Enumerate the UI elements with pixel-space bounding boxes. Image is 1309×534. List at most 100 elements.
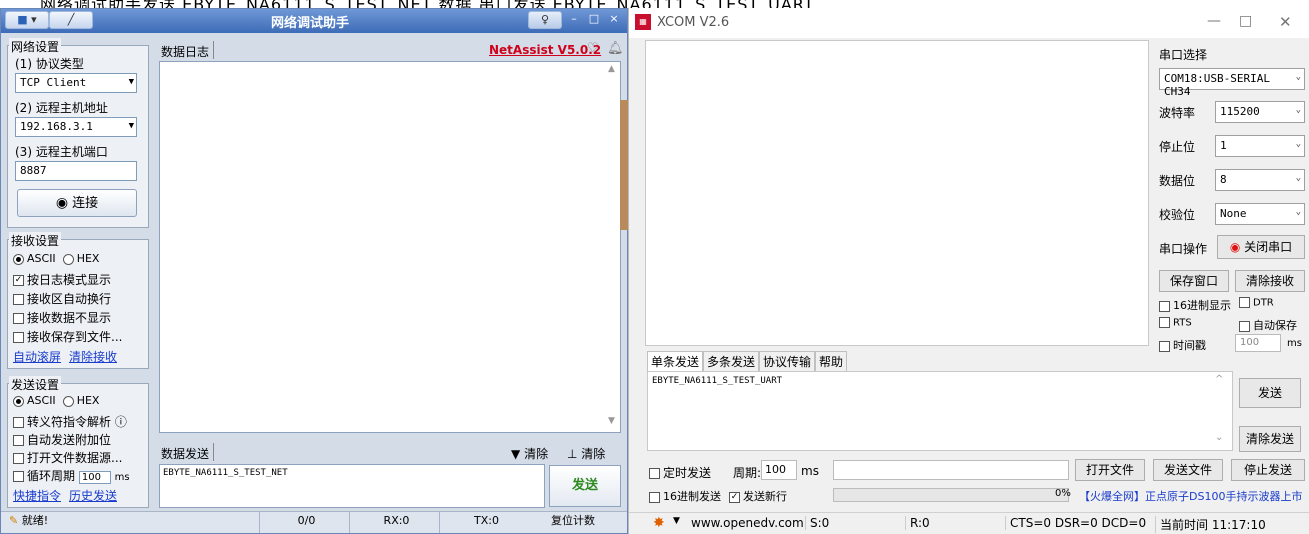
timestamp-label: 时间戳: [1173, 339, 1206, 352]
clear-recv-link[interactable]: 清除接收: [69, 348, 117, 365]
checkbox[interactable]: [13, 313, 24, 324]
tab-single-send[interactable]: 单条发送: [647, 351, 704, 371]
period-input[interactable]: 100: [761, 460, 797, 480]
file-path-input[interactable]: [833, 460, 1069, 480]
xcom-send-button[interactable]: 发送: [1239, 378, 1301, 408]
newline-option[interactable]: ✓ 发送新行: [729, 488, 787, 504]
close-port-button[interactable]: ◉ 关闭串口: [1217, 235, 1305, 259]
recv-opt-save[interactable]: 接收保存到文件...: [13, 328, 122, 345]
netassist-titlebar[interactable]: ■ ▾ ╱ 网络调试助手 ♀ – □ ×: [1, 9, 627, 33]
app-menu-button[interactable]: ■ ▾: [5, 11, 49, 29]
tab-help[interactable]: 帮助: [815, 351, 848, 371]
port-label: (3) 远程主机端口: [15, 145, 108, 159]
checkbox[interactable]: [13, 435, 24, 446]
timestamp-input[interactable]: 100: [1235, 334, 1281, 352]
rts-option[interactable]: RTS: [1159, 317, 1192, 329]
checkbox[interactable]: [13, 471, 24, 482]
checkbox[interactable]: [13, 294, 24, 305]
minimize-icon[interactable]: —: [1207, 13, 1221, 29]
receive-log-area[interactable]: ▲ ▼: [159, 61, 621, 433]
back-icon[interactable]: ╱: [49, 11, 93, 29]
quick-cmd-link[interactable]: 快捷指令: [13, 487, 61, 504]
checkbox[interactable]: [13, 417, 24, 428]
checkbox[interactable]: [1159, 300, 1170, 312]
recv-opt-hide[interactable]: 接收数据不显示: [13, 309, 111, 326]
send-hex-radio[interactable]: [62, 395, 74, 407]
send-opt-file[interactable]: 打开文件数据源...: [13, 449, 122, 466]
checkbox[interactable]: [1159, 317, 1170, 328]
checkbox[interactable]: [649, 468, 660, 479]
pin-icon[interactable]: ♀: [528, 11, 562, 29]
checkbox[interactable]: [13, 332, 24, 343]
checkbox[interactable]: [1239, 320, 1250, 332]
settings-gear-icon[interactable]: ✸: [653, 515, 665, 531]
send-opt-append[interactable]: 自动发送附加位: [13, 431, 111, 448]
port-select[interactable]: COM18:USB-SERIAL CH34 ⌄: [1159, 68, 1305, 98]
send-opt-loop[interactable]: 循环周期 100 ms: [13, 467, 130, 484]
send-text-area[interactable]: EBYTE_NA6111_S_TEST_NET: [159, 464, 545, 508]
recv-opt-wrap[interactable]: 接收区自动换行: [13, 290, 111, 307]
stop-send-button[interactable]: 停止发送: [1231, 459, 1305, 481]
send-button[interactable]: 发送: [549, 465, 621, 507]
scroll-up-icon[interactable]: ▲: [608, 64, 615, 74]
scroll-up-icon[interactable]: ^: [1215, 374, 1223, 385]
tab-multi-send[interactable]: 多条发送: [703, 351, 760, 371]
xcom-send-area[interactable]: EBYTE_NA6111_S_TEST_UART: [647, 371, 1233, 451]
recv-opt-log[interactable]: ✓ 按日志模式显示: [13, 271, 111, 288]
checkbox[interactable]: [1239, 297, 1250, 308]
port-input[interactable]: 8887: [15, 161, 137, 181]
hex-send-option[interactable]: 16进制发送: [649, 488, 721, 504]
timed-send-option[interactable]: 定时发送: [649, 464, 711, 481]
baud-select[interactable]: 115200 ⌄: [1215, 101, 1305, 123]
host-select[interactable]: 192.168.3.1 ▼: [15, 117, 137, 137]
data-bits-select[interactable]: 8 ⌄: [1215, 169, 1305, 191]
clear-send-button[interactable]: 清除发送: [1239, 426, 1301, 452]
checkbox[interactable]: [649, 491, 660, 503]
close-icon[interactable]: ×: [604, 11, 624, 29]
loop-period-input[interactable]: 100: [78, 471, 111, 484]
maximize-icon[interactable]: □: [584, 11, 604, 29]
checkbox[interactable]: [13, 453, 24, 464]
parity-select[interactable]: None ⌄: [1215, 203, 1305, 225]
website-link[interactable]: www.openedv.com: [691, 516, 804, 530]
send-file-button[interactable]: 发送文件: [1153, 459, 1223, 481]
chevron-down-icon[interactable]: ▼: [673, 516, 680, 526]
send-ascii-radio[interactable]: [13, 395, 24, 407]
protocol-select[interactable]: TCP Client ▼: [15, 73, 137, 93]
hex-show-option[interactable]: 16进制显示: [1159, 297, 1231, 313]
history-link[interactable]: 历史发送: [69, 487, 117, 504]
stop-select[interactable]: 1 ⌄: [1215, 135, 1305, 157]
close-icon[interactable]: ✕: [1279, 13, 1292, 31]
save-window-button[interactable]: 保存窗口: [1159, 270, 1229, 292]
checkbox-checked[interactable]: ✓: [729, 491, 740, 503]
reset-count-button[interactable]: 复位计数: [531, 511, 611, 533]
dtr-option[interactable]: DTR: [1239, 297, 1274, 309]
ready-icon: ✎: [9, 514, 19, 527]
scroll-down-icon[interactable]: ▼: [608, 416, 615, 426]
scroll-down-icon[interactable]: ⌄: [1215, 432, 1223, 443]
autosave-option[interactable]: 自动保存: [1239, 317, 1297, 333]
log-scrollbar[interactable]: ▲ ▼: [604, 62, 620, 432]
clear-send-b[interactable]: ⊥ 清除: [567, 445, 605, 462]
bell-icon[interactable]: 🔔︎: [607, 41, 624, 56]
send-scrollbar[interactable]: ^ ⌄: [1209, 374, 1229, 448]
clear-send-a[interactable]: ▼ 清除: [511, 445, 548, 462]
minimize-icon[interactable]: –: [564, 11, 584, 29]
recv-ascii-radio[interactable]: [13, 253, 24, 265]
xcom-titlebar[interactable]: ▦ XCOM V2.6 — □ ✕: [629, 8, 1309, 38]
open-file-button[interactable]: 打开文件: [1075, 459, 1145, 481]
send-opt-escape[interactable]: 转义符指令解析 ⓘ: [13, 413, 127, 430]
recv-hex-radio[interactable]: [62, 253, 74, 265]
connect-button[interactable]: ◉ 连接: [17, 189, 137, 217]
timestamp-option[interactable]: 时间戳: [1159, 337, 1206, 353]
tab-protocol[interactable]: 协议传输: [759, 351, 816, 371]
maximize-icon[interactable]: □: [1239, 13, 1252, 29]
checkbox[interactable]: [1159, 340, 1170, 352]
checkbox-checked[interactable]: ✓: [13, 275, 24, 286]
heart-icon[interactable]: ♡: [587, 41, 599, 56]
brand-link[interactable]: NetAssist V5.0.2: [489, 43, 601, 57]
auto-scroll-link[interactable]: 自动滚屏: [13, 348, 61, 365]
xcom-receive-area[interactable]: [645, 40, 1149, 346]
promo-link[interactable]: 【火爆全网】正点原子DS100手持示波器上市: [1079, 488, 1302, 504]
clear-recv-button[interactable]: 清除接收: [1235, 270, 1305, 292]
